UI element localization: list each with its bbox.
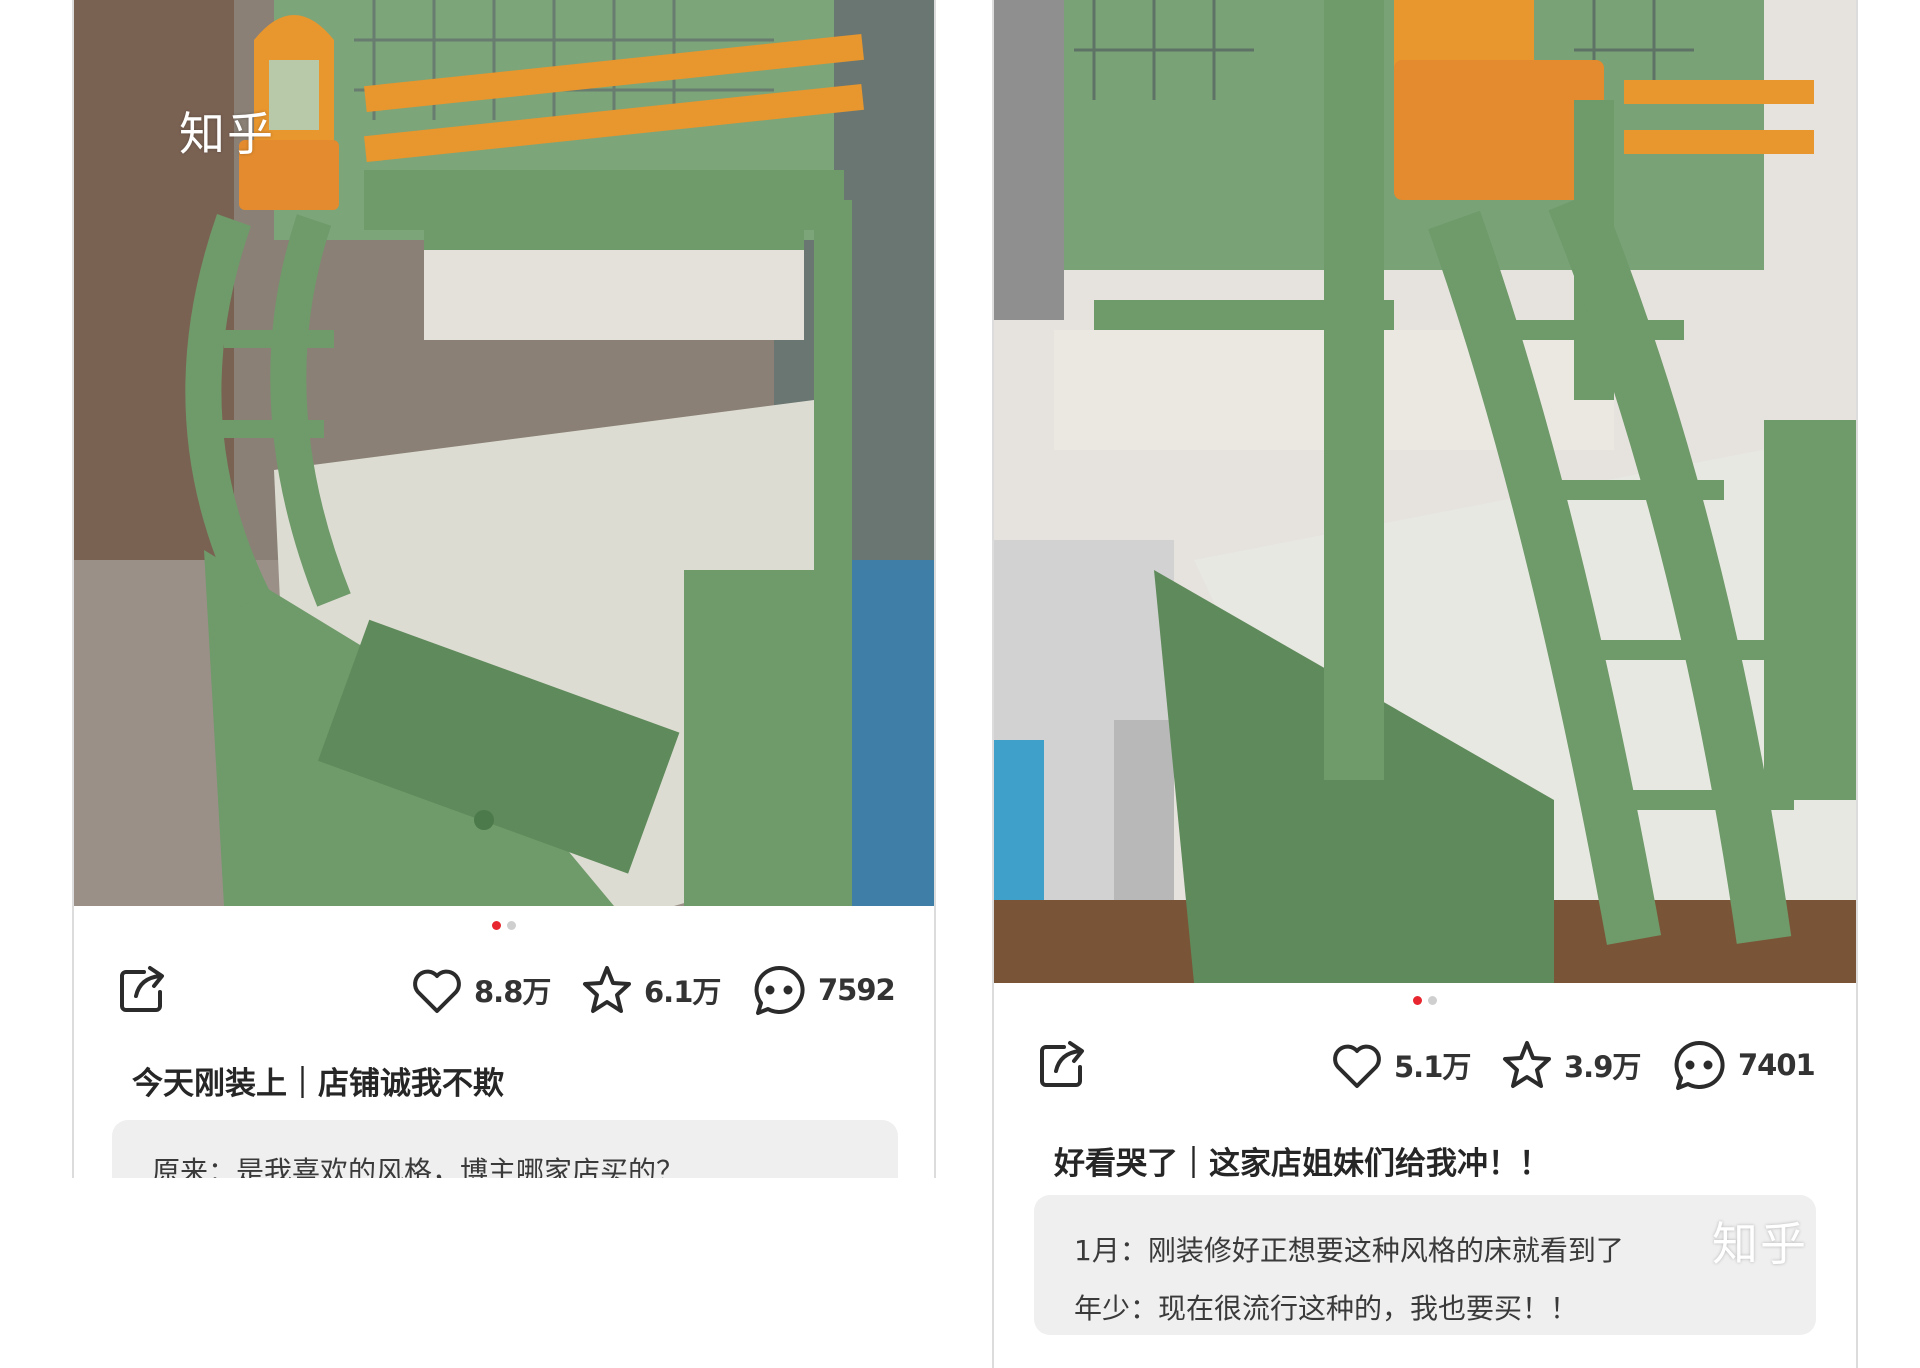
star-icon [580,964,634,1016]
like-button[interactable]: 5.1万 [1330,1039,1471,1091]
zhihu-watermark: 知乎 [1712,1217,1808,1271]
heart-icon [410,965,464,1015]
post-card-right[interactable]: 5.1万 3.9万 7401 好看哭了｜这家店姐妹们给我冲！！ 1月：刚装修好正… [992,0,1858,1368]
carousel-indicator [994,996,1856,1005]
comment-bubble-icon [1670,1037,1728,1093]
post-action-bar: 5.1万 3.9万 7401 [994,1033,1856,1093]
like-button[interactable]: 8.8万 [410,964,551,1016]
share-icon[interactable] [1034,1037,1090,1093]
carousel-dot-active[interactable] [492,921,501,930]
post-action-bar: 8.8万 6.1万 7592 [74,958,934,1018]
post-title[interactable]: 今天刚装上｜店铺诚我不欺 [132,1058,504,1103]
favorite-button[interactable]: 3.9万 [1500,1039,1641,1091]
bunk-bed-photo [994,0,1856,983]
share-icon[interactable] [114,962,170,1018]
post-card-left[interactable]: 知乎 8.8万 6.1万 7592 今天刚装上｜店铺诚我不欺 原来：是我喜欢的风… [72,0,936,1178]
comment-item: 年少：现在很流行这种的，我也要买！！ [1074,1292,1579,1325]
favorite-button[interactable]: 6.1万 [580,964,721,1016]
comment-bubble-icon [750,962,808,1018]
comment-button[interactable]: 7592 [750,962,896,1018]
favorite-count: 6.1万 [644,975,721,1009]
like-count: 8.8万 [474,975,551,1009]
carousel-dot[interactable] [507,921,516,930]
zhihu-watermark: 知乎 [179,107,275,161]
star-icon [1500,1039,1554,1091]
comment-preview[interactable]: 1月：刚装修好正想要这种风格的床就看到了 年少：现在很流行这种的，我也要买！！ [1034,1195,1816,1335]
carousel-dot-active[interactable] [1413,996,1422,1005]
post-photo-bunk-bed[interactable] [994,0,1856,983]
like-count: 5.1万 [1394,1050,1471,1084]
favorite-count: 3.9万 [1564,1050,1641,1084]
comment-item: 1月：刚装修好正想要这种风格的床就看到了 [1074,1234,1624,1267]
comment-item: 原来：是我喜欢的风格，博主哪家店买的？ [152,1155,685,1178]
post-title[interactable]: 好看哭了｜这家店姐妹们给我冲！！ [1054,1138,1550,1183]
heart-icon [1330,1040,1384,1090]
comment-button[interactable]: 7401 [1670,1037,1816,1093]
comment-count: 7401 [1738,1048,1816,1082]
comment-count: 7592 [818,973,896,1007]
comment-preview[interactable]: 原来：是我喜欢的风格，博主哪家店买的？ [112,1120,898,1178]
carousel-dot[interactable] [1428,996,1437,1005]
carousel-indicator [74,921,934,930]
